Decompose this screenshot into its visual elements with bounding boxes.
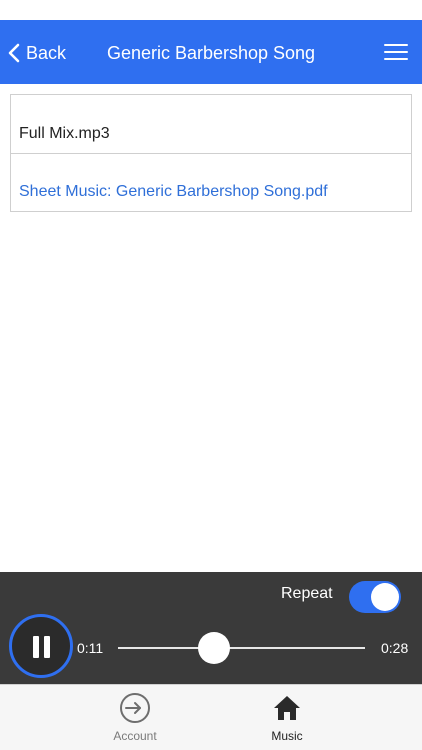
audio-player: Repeat 0:11 0:28 <box>0 572 422 684</box>
tab-music[interactable]: Music <box>237 691 337 743</box>
menu-line <box>384 58 408 60</box>
page-title: Generic Barbershop Song <box>106 43 316 63</box>
hamburger-menu-icon[interactable] <box>384 41 408 63</box>
file-name: Full Mix.mp3 <box>19 125 110 142</box>
home-icon <box>274 696 300 720</box>
tab-label: Account <box>113 729 157 743</box>
file-row-audio[interactable]: Full Mix.mp3 <box>11 95 411 153</box>
toggle-knob <box>371 583 399 611</box>
file-row-pdf[interactable]: Sheet Music: Generic Barbershop Song.pdf <box>11 153 411 211</box>
menu-line <box>384 51 408 53</box>
navigation-bar: Back Generic Barbershop Song <box>0 20 422 84</box>
pdf-link[interactable]: Sheet Music: Generic Barbershop Song.pdf <box>19 183 328 201</box>
menu-line <box>384 44 408 46</box>
file-list: Full Mix.mp3 Sheet Music: Generic Barber… <box>10 94 412 212</box>
pause-icon <box>33 636 39 658</box>
repeat-label: Repeat <box>281 585 333 602</box>
tab-label: Music <box>271 729 303 743</box>
tab-account[interactable]: Account <box>85 691 185 743</box>
status-bar <box>0 0 422 20</box>
pause-icon <box>44 636 50 658</box>
current-time: 0:11 <box>77 640 104 656</box>
repeat-toggle[interactable] <box>349 581 401 613</box>
sign-in-icon <box>120 693 150 723</box>
progress-slider-track[interactable] <box>118 647 365 649</box>
pause-button[interactable] <box>9 614 73 678</box>
total-time: 0:28 <box>381 640 409 656</box>
tab-bar: Account Music <box>0 684 422 750</box>
progress-slider-thumb[interactable] <box>198 632 231 664</box>
